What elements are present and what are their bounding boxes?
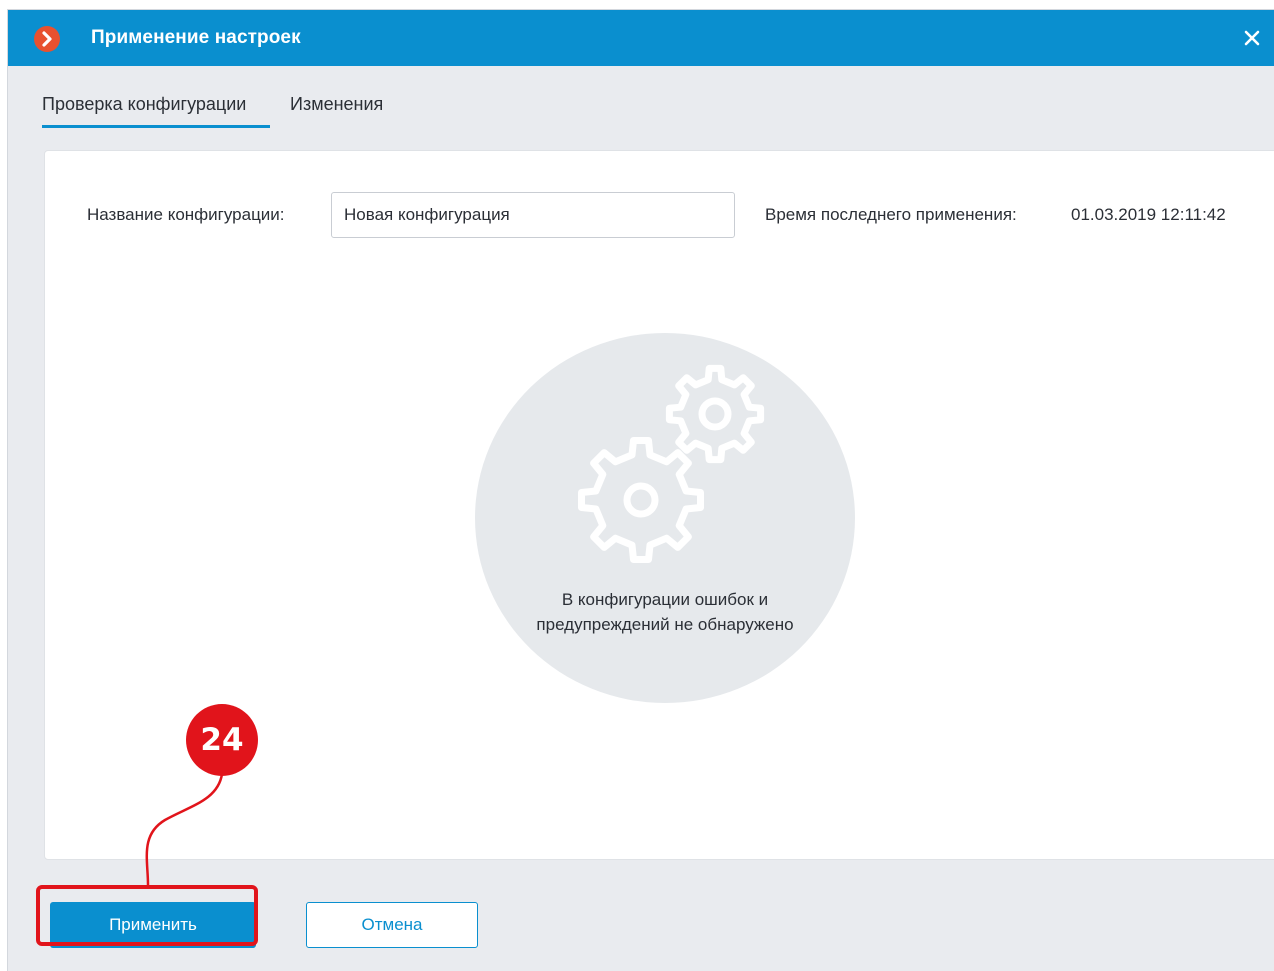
status-illustration: В конфигурации ошибок и предупреждений н… — [475, 333, 855, 703]
close-icon — [1244, 30, 1260, 46]
config-name-label: Название конфигурации: — [87, 205, 285, 224]
close-button[interactable] — [1236, 22, 1268, 54]
status-message: В конфигурации ошибок и предупреждений н… — [536, 590, 794, 634]
last-applied-label: Время последнего применения: — [765, 205, 1017, 224]
cancel-button[interactable]: Отмена — [306, 902, 478, 948]
window-title: Применение настроек — [91, 27, 301, 48]
dialog-window: Применение настроек Проверка конфигураци… — [8, 10, 1274, 971]
tab-config-check[interactable]: Проверка конфигурации — [42, 94, 270, 128]
app-logo-icon — [34, 26, 60, 52]
config-name-input[interactable] — [331, 192, 735, 238]
annotation-badge: 24 — [186, 704, 258, 776]
apply-button[interactable]: Применить — [50, 902, 256, 948]
gears-icon — [578, 364, 765, 563]
tab-changes[interactable]: Изменения — [290, 94, 383, 125]
title-bar: Применение настроек — [8, 10, 1274, 66]
last-applied-value: 01.03.2019 12:11:42 — [1071, 205, 1226, 224]
